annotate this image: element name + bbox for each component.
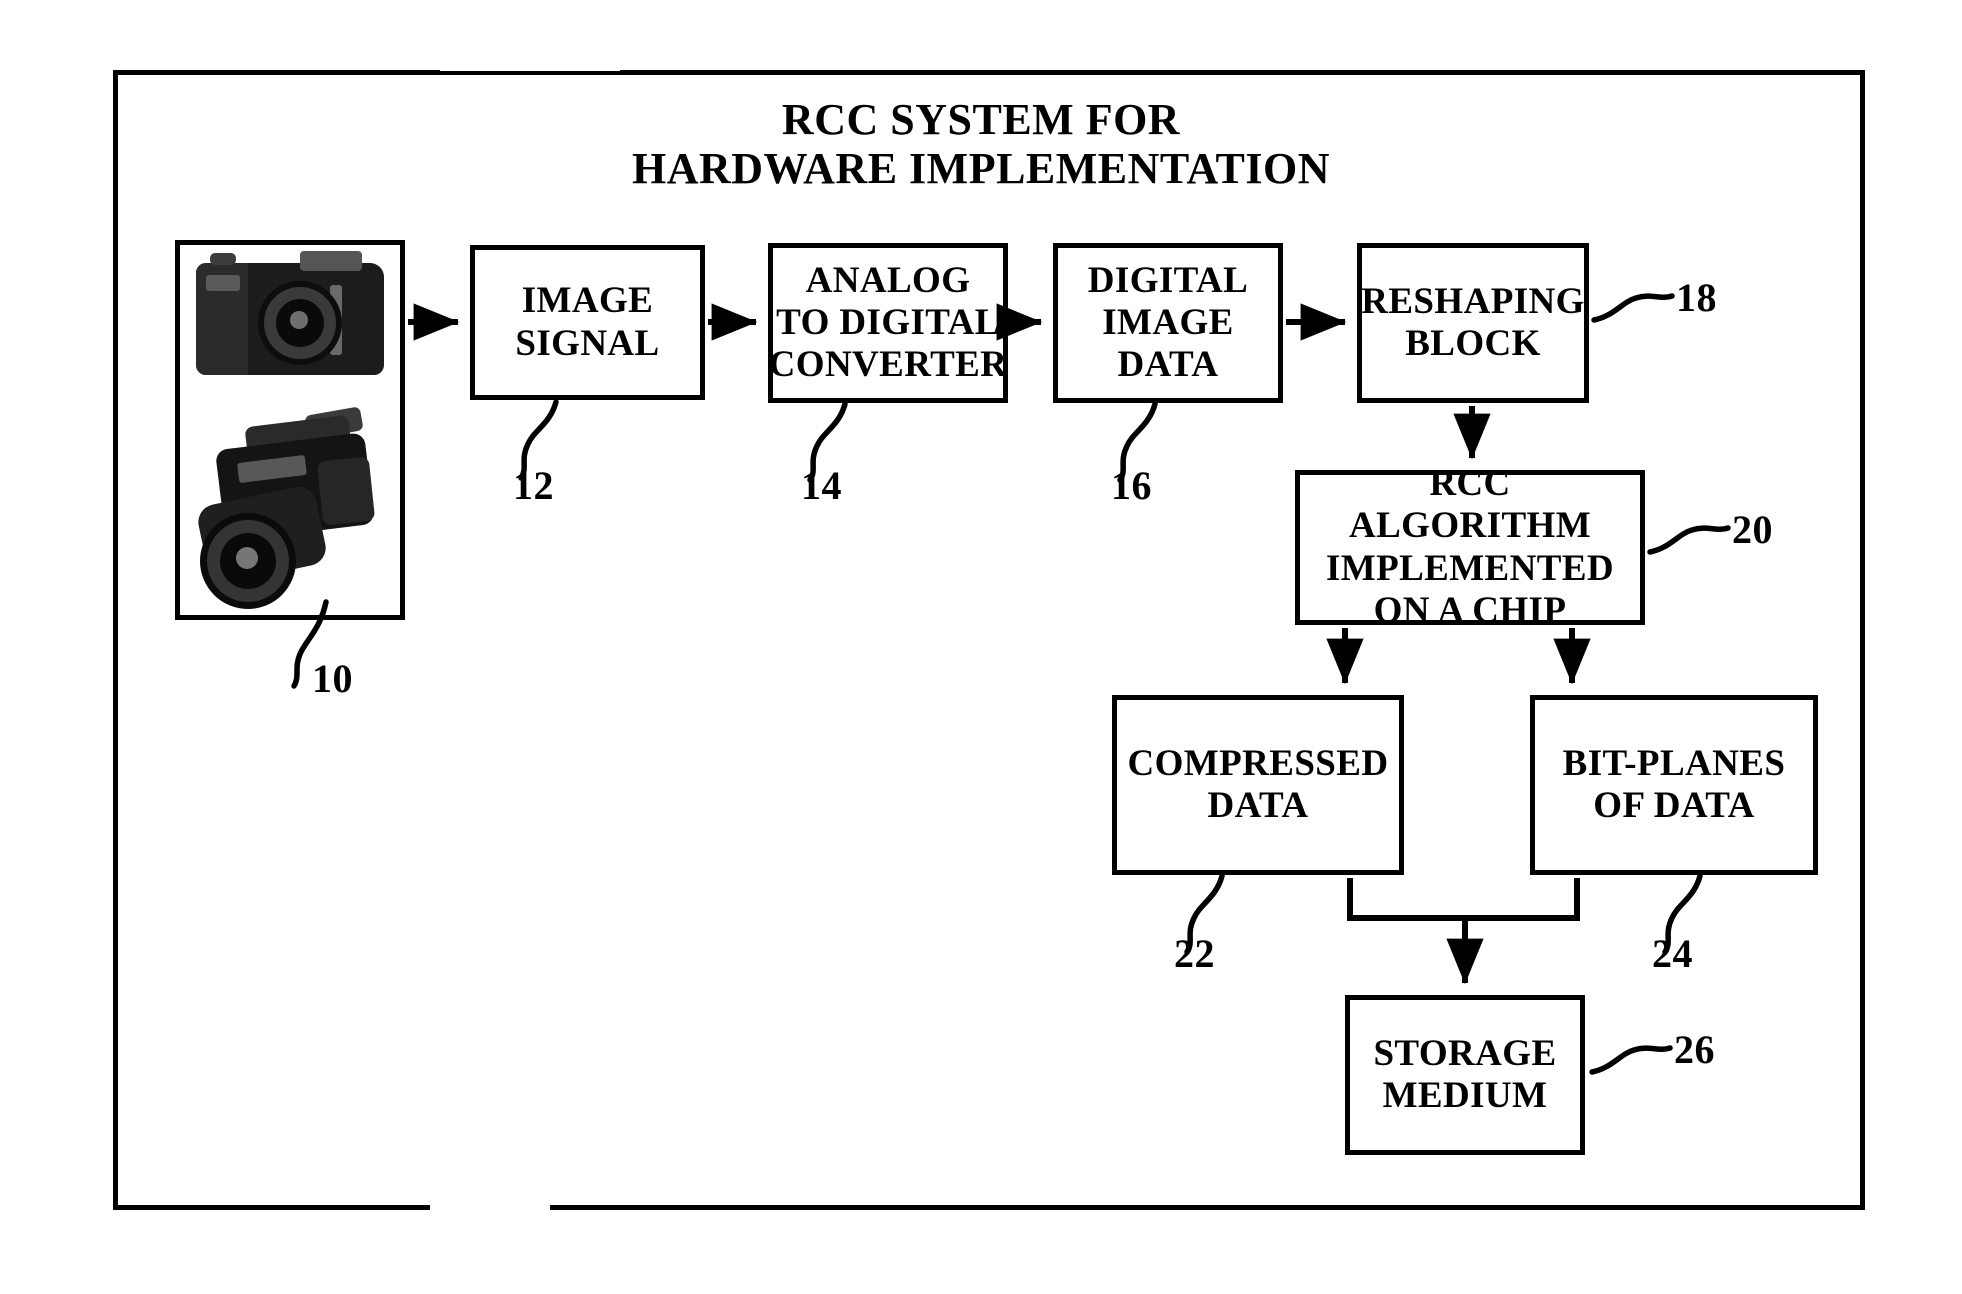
box-reshaping-block-label: RESHAPING BLOCK <box>1361 280 1585 364</box>
box-digital-image-data-label: DIGITAL IMAGE DATA <box>1087 259 1249 386</box>
box-bit-planes-of-data: BIT-PLANES OF DATA <box>1530 695 1818 875</box>
box-image-signal: IMAGE SIGNAL <box>470 245 705 400</box>
box-bit-planes-of-data-label: BIT-PLANES OF DATA <box>1562 742 1786 826</box>
ref-numeral-adc: 14 <box>801 463 842 508</box>
box-rcc-algorithm: RCC ALGORITHM IMPLEMENTED ON A CHIP <box>1295 463 1645 631</box>
ref-numeral-image-signal: 12 <box>513 463 554 508</box>
box-storage-medium-label: STORAGE MEDIUM <box>1373 1032 1557 1116</box>
ref-numeral-rcc-algorithm: 20 <box>1732 507 1773 552</box>
figure-title-line-2: HARDWARE IMPLEMENTATION <box>631 144 1330 194</box>
still-camera-flash <box>300 251 362 271</box>
still-camera-lens-highlight <box>290 311 308 329</box>
ref-numeral-compressed-data: 22 <box>1174 931 1215 976</box>
box-rcc-algorithm-label: RCC ALGORITHM IMPLEMENTED ON A CHIP <box>1325 463 1615 631</box>
ref-numeral-digital-image-data: 16 <box>1111 463 1152 508</box>
still-camera-shutter-button <box>210 253 236 265</box>
patent-figure-page: RCC SYSTEM FOR HARDWARE IMPLEMENTATION I… <box>0 0 1962 1294</box>
figure-title-line-1: RCC SYSTEM FOR <box>781 95 1181 144</box>
box-analog-to-digital-converter: ANALOG TO DIGITAL CONVERTER <box>768 243 1008 403</box>
ref-numeral-camera: 10 <box>312 656 353 701</box>
ref-numeral-reshaping-block: 18 <box>1676 275 1717 320</box>
box-analog-to-digital-converter-label: ANALOG TO DIGITAL CONVERTER <box>768 259 1008 386</box>
box-reshaping-block: RESHAPING BLOCK <box>1357 243 1589 403</box>
box-image-signal-label: IMAGE SIGNAL <box>515 280 660 364</box>
scan-artifact-bottom <box>430 1205 550 1211</box>
figure-title: RCC SYSTEM FOR HARDWARE IMPLEMENTATION <box>0 95 1962 194</box>
video-camera-lens-highlight <box>236 547 258 569</box>
still-camera-viewfinder <box>206 275 240 291</box>
box-compressed-data-label: COMPRESSED DATA <box>1127 742 1389 826</box>
box-storage-medium: STORAGE MEDIUM <box>1345 995 1585 1155</box>
video-camera-grip <box>316 456 376 526</box>
camera-image <box>175 240 405 620</box>
box-digital-image-data: DIGITAL IMAGE DATA <box>1053 243 1283 403</box>
scan-artifact-top <box>440 66 620 71</box>
ref-numeral-bit-planes: 24 <box>1652 931 1693 976</box>
box-compressed-data: COMPRESSED DATA <box>1112 695 1404 875</box>
ref-numeral-storage-medium: 26 <box>1674 1027 1715 1072</box>
